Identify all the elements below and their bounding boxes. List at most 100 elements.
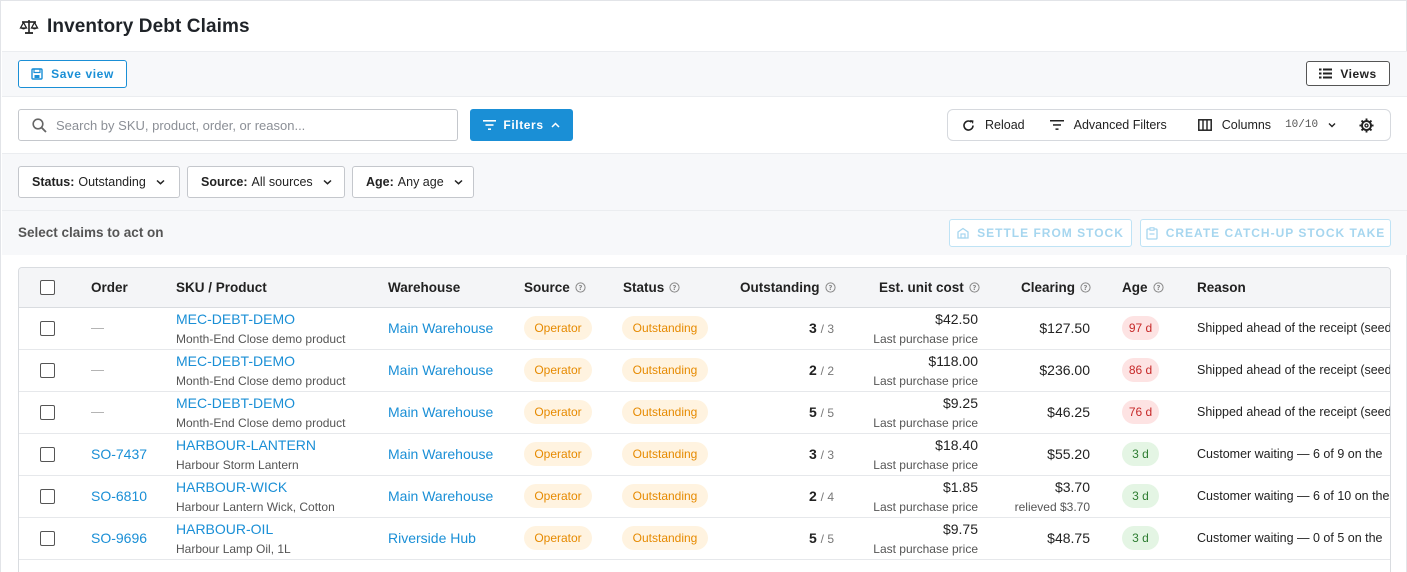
chip-value: Any age: [397, 175, 444, 189]
age-filter-chip[interactable]: Age: Any age: [352, 166, 474, 198]
column-header-source[interactable]: Source ?: [524, 280, 586, 295]
warehouse-link[interactable]: Main Warehouse: [388, 320, 493, 336]
sku-link[interactable]: MEC-DEBT-DEMO: [176, 353, 295, 369]
unit-cost: $18.40: [935, 437, 978, 453]
row-checkbox[interactable]: [40, 321, 55, 336]
product-name: Month-End Close demo product: [176, 374, 346, 388]
table-row[interactable]: — MEC-DEBT-DEMO Month-End Close demo produ…: [19, 308, 1390, 350]
row-checkbox[interactable]: [40, 489, 55, 504]
help-icon[interactable]: ?: [969, 282, 980, 293]
unit-cost: $118.00: [928, 353, 978, 369]
settle-label: SETTLE FROM STOCK: [977, 226, 1124, 240]
row-checkbox[interactable]: [40, 405, 55, 420]
order-link[interactable]: SO-7437: [91, 446, 147, 462]
help-icon[interactable]: ?: [1152, 282, 1164, 293]
clearing-amount: $46.25: [1047, 404, 1090, 420]
help-icon[interactable]: ?: [575, 282, 586, 293]
column-header-unit-cost[interactable]: Est. unit cost ?: [879, 280, 980, 295]
chevron-down-icon: [323, 179, 332, 185]
clearing-amount: $236.00: [1039, 362, 1090, 378]
column-header-label: Status: [623, 280, 665, 295]
outstanding-total: / 3: [820, 448, 834, 462]
table-header: Order SKU / Product Warehouse Source ? S…: [19, 268, 1390, 308]
column-header-label: Age: [1122, 280, 1148, 295]
row-checkbox[interactable]: [40, 531, 55, 546]
age-badge: 3 d: [1122, 442, 1159, 466]
advanced-filters-label: Advanced Filters: [1073, 118, 1167, 132]
views-label: Views: [1340, 66, 1377, 81]
product-name: Month-End Close demo product: [176, 332, 346, 346]
help-icon[interactable]: ?: [824, 282, 836, 293]
reload-button[interactable]: Reload: [962, 110, 1025, 140]
column-header-outstanding[interactable]: Outstanding ?: [740, 280, 836, 295]
source-badge: Operator: [524, 526, 592, 550]
view-bar: Save view Views: [2, 52, 1407, 97]
sku-link[interactable]: HARBOUR-WICK: [176, 479, 287, 495]
sku-link[interactable]: MEC-DEBT-DEMO: [176, 311, 295, 327]
unit-cost-note: Last purchase price: [873, 416, 978, 430]
warehouse-link[interactable]: Main Warehouse: [388, 488, 493, 504]
source-badge: Operator: [524, 316, 592, 340]
table-row[interactable]: SO-7437 HARBOUR-LANTERN Harbour Storm Lant…: [19, 434, 1390, 476]
order-link: —: [91, 362, 104, 377]
row-checkbox[interactable]: [40, 447, 55, 462]
outstanding-value: 3: [808, 446, 817, 462]
warehouse-link[interactable]: Main Warehouse: [388, 404, 493, 420]
product-name: Harbour Storm Lantern: [176, 458, 299, 472]
unit-cost: $1.85: [942, 479, 978, 495]
order-link[interactable]: SO-6810: [91, 488, 147, 504]
bulk-action-bar: Select claims to act on SETTLE FROM STOC…: [2, 211, 1407, 255]
outstanding-qty: 5 / 5: [759, 530, 834, 546]
select-all-checkbox[interactable]: [40, 280, 55, 295]
status-filter-chip[interactable]: Status: Outstanding: [18, 166, 180, 198]
create-catch-up-stock-take-button[interactable]: CREATE CATCH-UP STOCK TAKE: [1140, 219, 1391, 247]
order-link[interactable]: SO-9696: [91, 530, 147, 546]
views-button[interactable]: Views: [1306, 61, 1390, 86]
column-header-reason[interactable]: Reason: [1197, 280, 1246, 295]
help-icon[interactable]: ?: [669, 282, 680, 293]
warehouse-link[interactable]: Main Warehouse: [388, 446, 493, 462]
chevron-up-icon: [551, 122, 560, 128]
source-badge: Operator: [524, 400, 592, 424]
warehouse-link[interactable]: Main Warehouse: [388, 362, 493, 378]
list-icon: [1319, 68, 1333, 79]
warehouse-link[interactable]: Riverside Hub: [388, 530, 476, 546]
column-header-warehouse[interactable]: Warehouse: [388, 280, 460, 295]
table-row[interactable]: — MEC-DEBT-DEMO Month-End Close demo produ…: [19, 350, 1390, 392]
table-row[interactable]: SO-6810 HARBOUR-WICK Harbour Lantern Wick,…: [19, 476, 1390, 518]
column-header-age[interactable]: Age ?: [1122, 280, 1164, 295]
columns-button[interactable]: Columns 10/10: [1197, 110, 1336, 140]
column-header-status[interactable]: Status ?: [623, 280, 680, 295]
column-header-sku[interactable]: SKU / Product: [176, 280, 267, 295]
sku-link[interactable]: MEC-DEBT-DEMO: [176, 395, 295, 411]
sku-link[interactable]: HARBOUR-OIL: [176, 521, 273, 537]
settings-button[interactable]: [1359, 110, 1374, 140]
outstanding-value: 5: [808, 530, 817, 546]
column-header-label: Source: [524, 280, 570, 295]
table-row[interactable]: — MEC-DEBT-DEMO Month-End Close demo produ…: [19, 392, 1391, 434]
settle-from-stock-button[interactable]: SETTLE FROM STOCK: [949, 219, 1132, 247]
row-checkbox[interactable]: [40, 363, 55, 378]
search-icon: [32, 117, 47, 133]
table-toolbar: Reload Advanced Filters Columns 10/10: [947, 109, 1391, 141]
source-badge: Operator: [524, 442, 592, 466]
unit-cost: $42.50: [935, 311, 978, 327]
advanced-filters-button[interactable]: Advanced Filters: [1049, 110, 1167, 140]
status-badge: Outstanding: [622, 400, 708, 424]
age-badge: 3 d: [1122, 484, 1159, 508]
search-box[interactable]: [18, 109, 458, 141]
clearing-amount: $127.50: [1039, 320, 1090, 336]
reason-text: Shipped ahead of the receipt (seed: [1197, 405, 1391, 419]
help-icon[interactable]: ?: [1080, 282, 1091, 293]
column-header-order[interactable]: Order: [91, 280, 128, 295]
column-header-clearing[interactable]: Clearing ?: [1021, 280, 1091, 295]
bulk-action-label: Select claims to act on: [18, 225, 164, 240]
search-input[interactable]: [56, 117, 436, 133]
table-row[interactable]: SO-9696 HARBOUR-OIL Harbour Lamp Oil, 1L Ri…: [19, 518, 1390, 560]
save-icon: [31, 68, 43, 80]
save-view-button[interactable]: Save view: [18, 60, 127, 88]
sku-link[interactable]: HARBOUR-LANTERN: [176, 437, 316, 453]
source-filter-chip[interactable]: Source: All sources: [187, 166, 345, 198]
filters-button[interactable]: Filters: [470, 109, 573, 141]
reason-text: Customer waiting — 6 of 10 on the: [1197, 489, 1390, 503]
